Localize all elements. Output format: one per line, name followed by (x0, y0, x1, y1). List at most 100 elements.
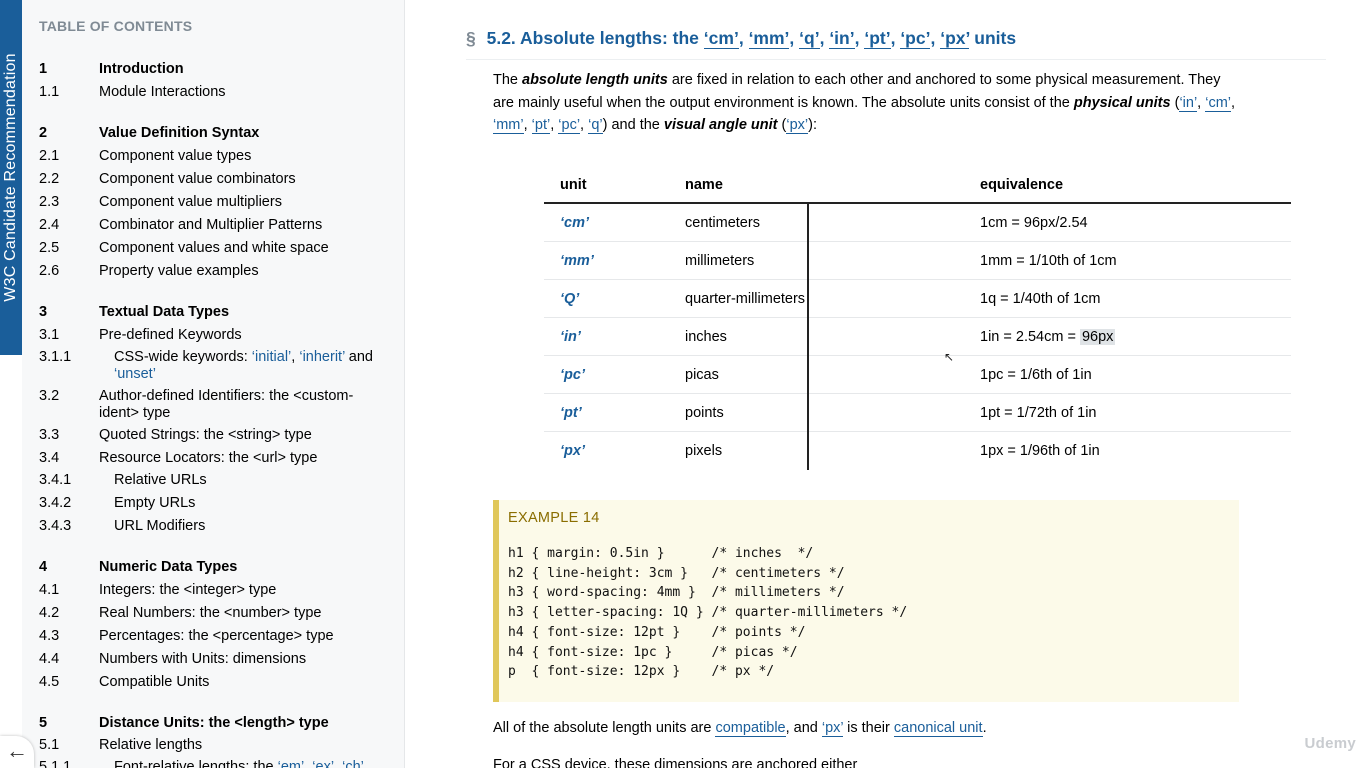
toc-item-label: Pre-defined Keywords (99, 327, 242, 343)
toc-item-label: Component value combinators (99, 171, 296, 187)
example-title: EXAMPLE 14 (508, 510, 600, 526)
toc-item-label: Textual Data Types (99, 304, 230, 320)
equivalence-cell: 1q = 1/40th of 1cm (980, 291, 1101, 307)
toc-item-number: 5.1.1 (39, 759, 72, 768)
toc-item-label: Module Interactions (99, 84, 226, 100)
toc-keyword-link[interactable]: ‘inherit’ (299, 349, 344, 365)
toc-item-label: Author-defined Identifiers: the <custom-… (99, 388, 354, 421)
toc-item-label: CSS-wide keywords: ‘initial’, ‘inherit’ … (114, 349, 374, 383)
heading-unit-link[interactable]: ‘pt’ (864, 28, 891, 49)
header-name: name (685, 177, 723, 193)
toc-keyword-link[interactable]: ‘ex’ (312, 759, 334, 768)
equivalence-cell: 1px = 1/96th of 1in (980, 443, 1100, 459)
toc-item-number: 4.1 (39, 582, 60, 598)
unit-cell[interactable]: ‘mm’ (560, 253, 594, 269)
toc-item-number: 4.5 (39, 674, 60, 690)
heading-unit-link[interactable]: ‘q’ (799, 28, 820, 49)
table-row: ‘px’ pixels 1px = 1/96th of 1in (544, 432, 1291, 470)
toc-keyword-link[interactable]: ‘ch’ (342, 759, 364, 768)
section-title-prefix: Absolute lengths: the (520, 28, 699, 48)
trailing-paragraph: For a CSS device, these dimensions are a… (493, 757, 858, 768)
toc-item-number: 2.5 (39, 240, 60, 256)
section-anchor[interactable]: § (466, 28, 476, 48)
unit-link[interactable]: ‘mm’ (493, 117, 524, 134)
canonical-unit-link[interactable]: canonical unit (893, 720, 983, 737)
table-row: ‘mm’ millimeters 1mm = 1/10th of 1cm (544, 242, 1291, 280)
unit-link[interactable]: ‘cm’ (1205, 94, 1232, 112)
toc-keyword-link[interactable]: ‘em’ (278, 759, 305, 768)
udemy-watermark: Udemy (1304, 735, 1356, 752)
toc-item-number: 3.3 (39, 427, 60, 443)
name-cell: quarter-millimeters (685, 291, 806, 307)
toc-item-label: Value Definition Syntax (99, 125, 260, 141)
heading-unit-link[interactable]: ‘pc’ (900, 28, 931, 49)
toc-item-number: 2 (39, 125, 48, 141)
unit-cell[interactable]: ‘cm’ (560, 215, 589, 231)
unit-link[interactable]: ‘pt’ (531, 117, 551, 134)
toc-item-number: 3.4.3 (39, 518, 72, 534)
px-link[interactable]: ‘px’ (786, 117, 809, 134)
toc-item-number: 2.1 (39, 148, 60, 164)
px-link[interactable]: ‘px’ (821, 720, 844, 737)
table-row: ‘pt’ points 1pt = 1/72th of 1in (544, 394, 1291, 432)
status-tab[interactable]: W3C Candidate Recommendation (0, 0, 22, 355)
unit-cell[interactable]: ‘px’ (560, 443, 585, 459)
toc-item-number: 4.2 (39, 605, 60, 621)
highlighted-text: 96px (1079, 329, 1116, 345)
intro-paragraph: The absolute length units are fixed in r… (493, 72, 1236, 134)
equivalence-cell: 1pc = 1/6th of 1in (980, 367, 1092, 383)
unit-cell[interactable]: ‘pc’ (560, 367, 585, 383)
toc-item-text: CSS-wide keywords: (114, 349, 252, 365)
equivalence-cell: 1mm = 1/10th of 1cm (980, 253, 1117, 269)
heading-unit-link[interactable]: ‘in’ (829, 28, 855, 49)
toc-keyword-link[interactable]: ‘initial’ (252, 349, 292, 365)
toc-item-number: 5 (39, 715, 48, 731)
heading-unit-link[interactable]: ‘px’ (940, 28, 970, 49)
toc-item-text: , (334, 759, 343, 768)
toc-item-label: URL Modifiers (114, 518, 206, 534)
toc-item-number: 4.3 (39, 628, 60, 644)
compat-text: , and (785, 720, 822, 736)
heading-unit-link[interactable]: ‘mm’ (748, 28, 790, 49)
unit-cell[interactable]: ‘in’ (560, 329, 581, 345)
equivalence-cell: 1cm = 96px/2.54 (980, 215, 1088, 231)
toc-item-number: 3.1 (39, 327, 60, 343)
table-row: ‘cm’ centimeters 1cm = 96px/2.54 (544, 204, 1291, 242)
toc-item-label: Component value multipliers (99, 194, 282, 210)
name-cell: pixels (685, 443, 723, 459)
units-table: unit name equivalence ‘cm’ centimeters 1cm… (544, 168, 1291, 470)
column-divider (807, 204, 809, 470)
toc-item-label: Quoted Strings: the <string> type (99, 427, 312, 443)
unit-link[interactable]: ‘q’ (588, 117, 603, 134)
example-code: h1 { margin: 0.5in } /* inches */ h2 { l… (508, 546, 908, 680)
toc-item-label: Component values and white space (99, 240, 329, 256)
toc-item-number: 4 (39, 559, 48, 575)
compatible-link[interactable]: compatible (715, 720, 786, 737)
section-heading: § 5.2. Absolute lengths: the ‘cm’, ‘mm’,… (466, 28, 1326, 60)
equivalence-cell: 1pt = 1/72th of 1in (980, 405, 1097, 421)
toc-item-number: 3.4.1 (39, 472, 72, 488)
heading-unit-link[interactable]: ‘cm’ (703, 28, 739, 49)
header-unit: unit (560, 177, 587, 193)
name-cell: millimeters (685, 253, 755, 269)
name-cell: centimeters (685, 215, 760, 231)
unit-cell[interactable]: ‘pt’ (560, 405, 582, 421)
back-button[interactable]: ← (0, 736, 34, 768)
header-equivalence: equivalence (980, 177, 1064, 193)
compat-text: All of the absolute length units are (493, 720, 716, 736)
toc-keyword-link[interactable]: ‘unset’ (114, 366, 156, 382)
toc-item-label: Relative URLs (114, 472, 207, 488)
unit-cell[interactable]: ‘Q’ (560, 291, 579, 307)
section-number: 5.2. (486, 28, 516, 48)
compat-text: . (982, 720, 987, 736)
toc-item-text: and (344, 349, 373, 365)
toc-item-number: 1.1 (39, 84, 60, 100)
toc-item-label: Combinator and Multiplier Patterns (99, 217, 323, 233)
toc-item-number: 3.1.1 (39, 349, 72, 365)
toc-item-number: 2.4 (39, 217, 60, 233)
table-row: ‘Q’ quarter-millimeters 1q = 1/40th of 1cm (544, 280, 1291, 318)
left-arrow-icon: ← (6, 738, 28, 763)
unit-link[interactable]: ‘pc’ (558, 117, 581, 134)
unit-link[interactable]: ‘in’ (1179, 94, 1198, 112)
toc-item-label: Real Numbers: the <number> type (99, 605, 322, 621)
